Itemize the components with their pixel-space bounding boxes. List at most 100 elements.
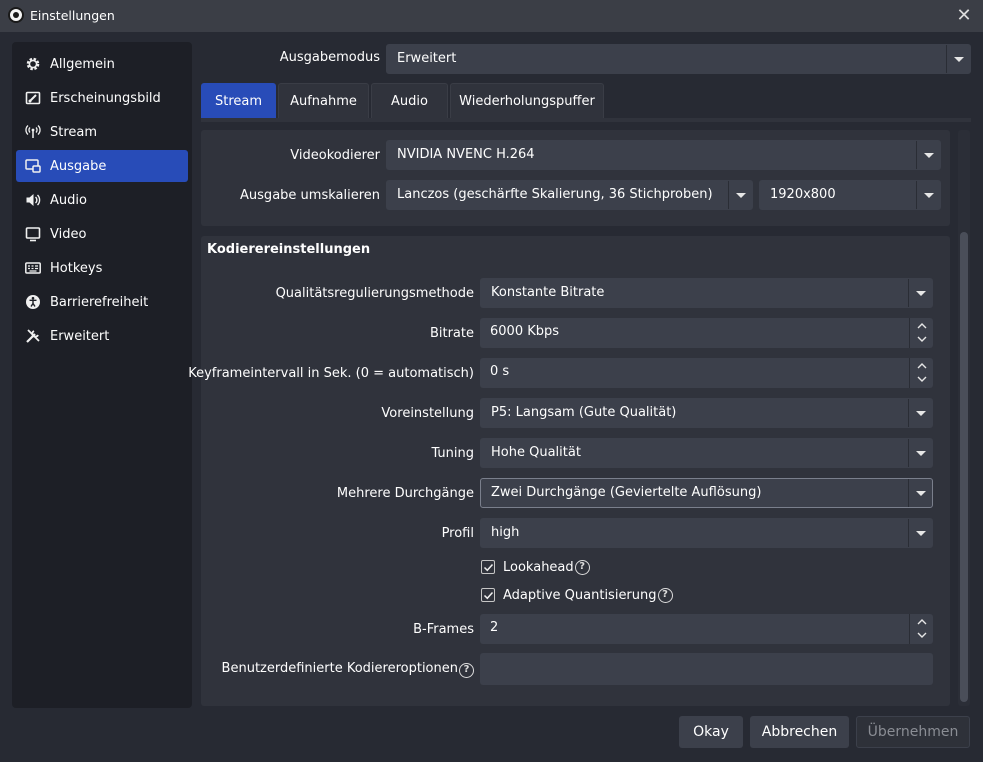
preset-select[interactable]: P5: Langsam (Gute Qualität)	[480, 398, 933, 428]
profile-label: Profil	[441, 526, 474, 541]
chevron-down-icon[interactable]	[917, 374, 927, 384]
window-title: Einstellungen	[30, 8, 115, 23]
encoder-label: Videokodierer	[290, 148, 380, 163]
tuning-label: Tuning	[431, 446, 474, 461]
keyframe-spinbox[interactable]: 0 s	[480, 358, 933, 388]
output-tabs: Stream Aufnahme Audio Wiederholungspuffe…	[201, 83, 606, 119]
custom-options-label-text: Benutzerdefinierte Kodiereroptionen	[221, 661, 458, 676]
output-mode-row: Ausgabemodus Erweitert	[201, 42, 971, 74]
sidebar-item-label: Hotkeys	[50, 260, 103, 276]
help-icon[interactable]: ?	[657, 587, 673, 603]
antenna-icon	[24, 123, 42, 141]
rescale-resolution-value: 1920x800	[770, 187, 836, 202]
chevron-down-icon	[916, 141, 940, 169]
lookahead-checkbox[interactable]	[481, 560, 495, 574]
chevron-down-icon	[908, 519, 932, 547]
encoder-settings-title: Kodierereinstellungen	[207, 242, 371, 257]
cancel-button[interactable]: Abbrechen	[750, 716, 849, 748]
custom-options-input[interactable]	[480, 653, 933, 685]
rescale-label: Ausgabe umskalieren	[240, 188, 380, 203]
chevron-down-icon	[908, 439, 932, 467]
rescale-filter-select[interactable]: Lanczos (geschärfte Skalierung, 36 Stich…	[386, 180, 753, 210]
rescale-resolution-select[interactable]: 1920x800	[759, 180, 941, 210]
multipass-select[interactable]: Zwei Durchgänge (Geviertelte Auflösung)	[480, 478, 933, 508]
title-bar: Einstellungen ✕	[0, 0, 983, 32]
spin-buttons[interactable]	[909, 614, 933, 644]
scrollbar[interactable]	[958, 130, 970, 706]
keyframe-label: Keyframeintervall in Sek. (0 = automatis…	[188, 366, 474, 381]
monitor-icon	[24, 225, 42, 243]
tab-wiederholungspuffer[interactable]: Wiederholungspuffer	[450, 83, 604, 118]
aq-checkbox-row[interactable]: Adaptive Quantisierung ?	[481, 585, 673, 605]
profile-value: high	[491, 525, 520, 540]
sidebar-item-erweitert[interactable]: Erweitert	[16, 320, 188, 352]
help-icon[interactable]: ?	[574, 559, 590, 575]
obs-logo-icon	[8, 7, 24, 23]
accessibility-icon	[24, 293, 42, 311]
bitrate-label: Bitrate	[429, 326, 474, 341]
ok-button[interactable]: Okay	[679, 716, 743, 748]
chevron-up-icon[interactable]	[917, 361, 927, 371]
sidebar-item-label: Audio	[50, 192, 87, 208]
sidebar-item-allgemein[interactable]: Allgemein	[16, 48, 188, 80]
tuning-select[interactable]: Hohe Qualität	[480, 438, 933, 468]
rate-control-value: Konstante Bitrate	[491, 285, 605, 300]
tools-icon	[24, 327, 42, 345]
video-encoder-select[interactable]: NVIDIA NVENC H.264	[386, 140, 941, 170]
tab-aufnahme[interactable]: Aufnahme	[278, 83, 369, 118]
scrollbar-thumb[interactable]	[960, 232, 968, 702]
spin-buttons[interactable]	[909, 318, 933, 348]
sidebar-item-video[interactable]: Video	[16, 218, 188, 250]
keyboard-icon	[24, 259, 42, 277]
tab-stream[interactable]: Stream	[201, 83, 276, 118]
sidebar-item-erscheinungsbild[interactable]: Erscheinungsbild	[16, 82, 188, 114]
output-mode-select[interactable]: Erweitert	[386, 44, 971, 74]
chevron-up-icon[interactable]	[917, 617, 927, 627]
output-mode-value: Erweitert	[397, 51, 457, 66]
close-button[interactable]: ✕	[953, 5, 975, 27]
rescale-filter-value: Lanczos (geschärfte Skalierung, 36 Stich…	[397, 187, 713, 202]
chevron-down-icon[interactable]	[917, 630, 927, 640]
sidebar-item-label: Allgemein	[50, 56, 115, 72]
keyframe-value: 0 s	[490, 364, 510, 379]
settings-sidebar: Allgemein Erscheinungsbild Stream Ausgab…	[12, 42, 192, 708]
help-icon[interactable]: ?	[459, 663, 474, 678]
lookahead-checkbox-row[interactable]: Lookahead ?	[481, 557, 590, 577]
sidebar-item-barrierefreiheit[interactable]: Barrierefreiheit	[16, 286, 188, 318]
custom-options-label: Benutzerdefinierte Kodiereroptionen?	[222, 661, 474, 678]
bitrate-value: 6000 Kbps	[490, 324, 560, 339]
aq-checkbox[interactable]	[481, 588, 495, 602]
bitrate-spinbox[interactable]: 6000 Kbps	[480, 318, 933, 348]
chevron-down-icon	[908, 479, 932, 507]
spin-buttons[interactable]	[909, 358, 933, 388]
chevron-down-icon	[916, 181, 940, 209]
multipass-value: Zwei Durchgänge (Geviertelte Auflösung)	[491, 485, 762, 500]
checkmark-icon	[483, 563, 494, 572]
bframes-spinbox[interactable]: 2	[480, 614, 933, 644]
checkmark-icon	[483, 591, 494, 600]
chevron-up-icon[interactable]	[917, 321, 927, 331]
video-encoder-value: NVIDIA NVENC H.264	[397, 147, 535, 162]
multipass-label: Mehrere Durchgänge	[336, 486, 474, 501]
rate-control-select[interactable]: Konstante Bitrate	[480, 278, 933, 308]
apply-button[interactable]: Übernehmen	[856, 716, 970, 748]
sidebar-item-label: Erweitert	[50, 328, 110, 344]
gear-icon	[24, 55, 42, 73]
tab-audio[interactable]: Audio	[371, 83, 448, 118]
sidebar-item-ausgabe[interactable]: Ausgabe	[16, 150, 188, 182]
tab-divider	[201, 118, 971, 122]
sidebar-item-stream[interactable]: Stream	[16, 116, 188, 148]
chevron-down-icon	[946, 45, 970, 73]
sidebar-item-label: Stream	[50, 124, 98, 140]
bframes-label: B-Frames	[413, 622, 474, 637]
profile-select[interactable]: high	[480, 518, 933, 548]
sidebar-item-hotkeys[interactable]: Hotkeys	[16, 252, 188, 284]
speaker-icon	[24, 191, 42, 209]
output-settings-panel: Ausgabemodus Erweitert Stream Aufnahme A…	[188, 42, 971, 708]
preset-label: Voreinstellung	[381, 406, 474, 421]
bframes-value: 2	[490, 620, 499, 635]
tuning-value: Hohe Qualität	[491, 445, 581, 460]
chevron-down-icon[interactable]	[917, 334, 927, 344]
chevron-down-icon	[728, 181, 752, 209]
sidebar-item-audio[interactable]: Audio	[16, 184, 188, 216]
